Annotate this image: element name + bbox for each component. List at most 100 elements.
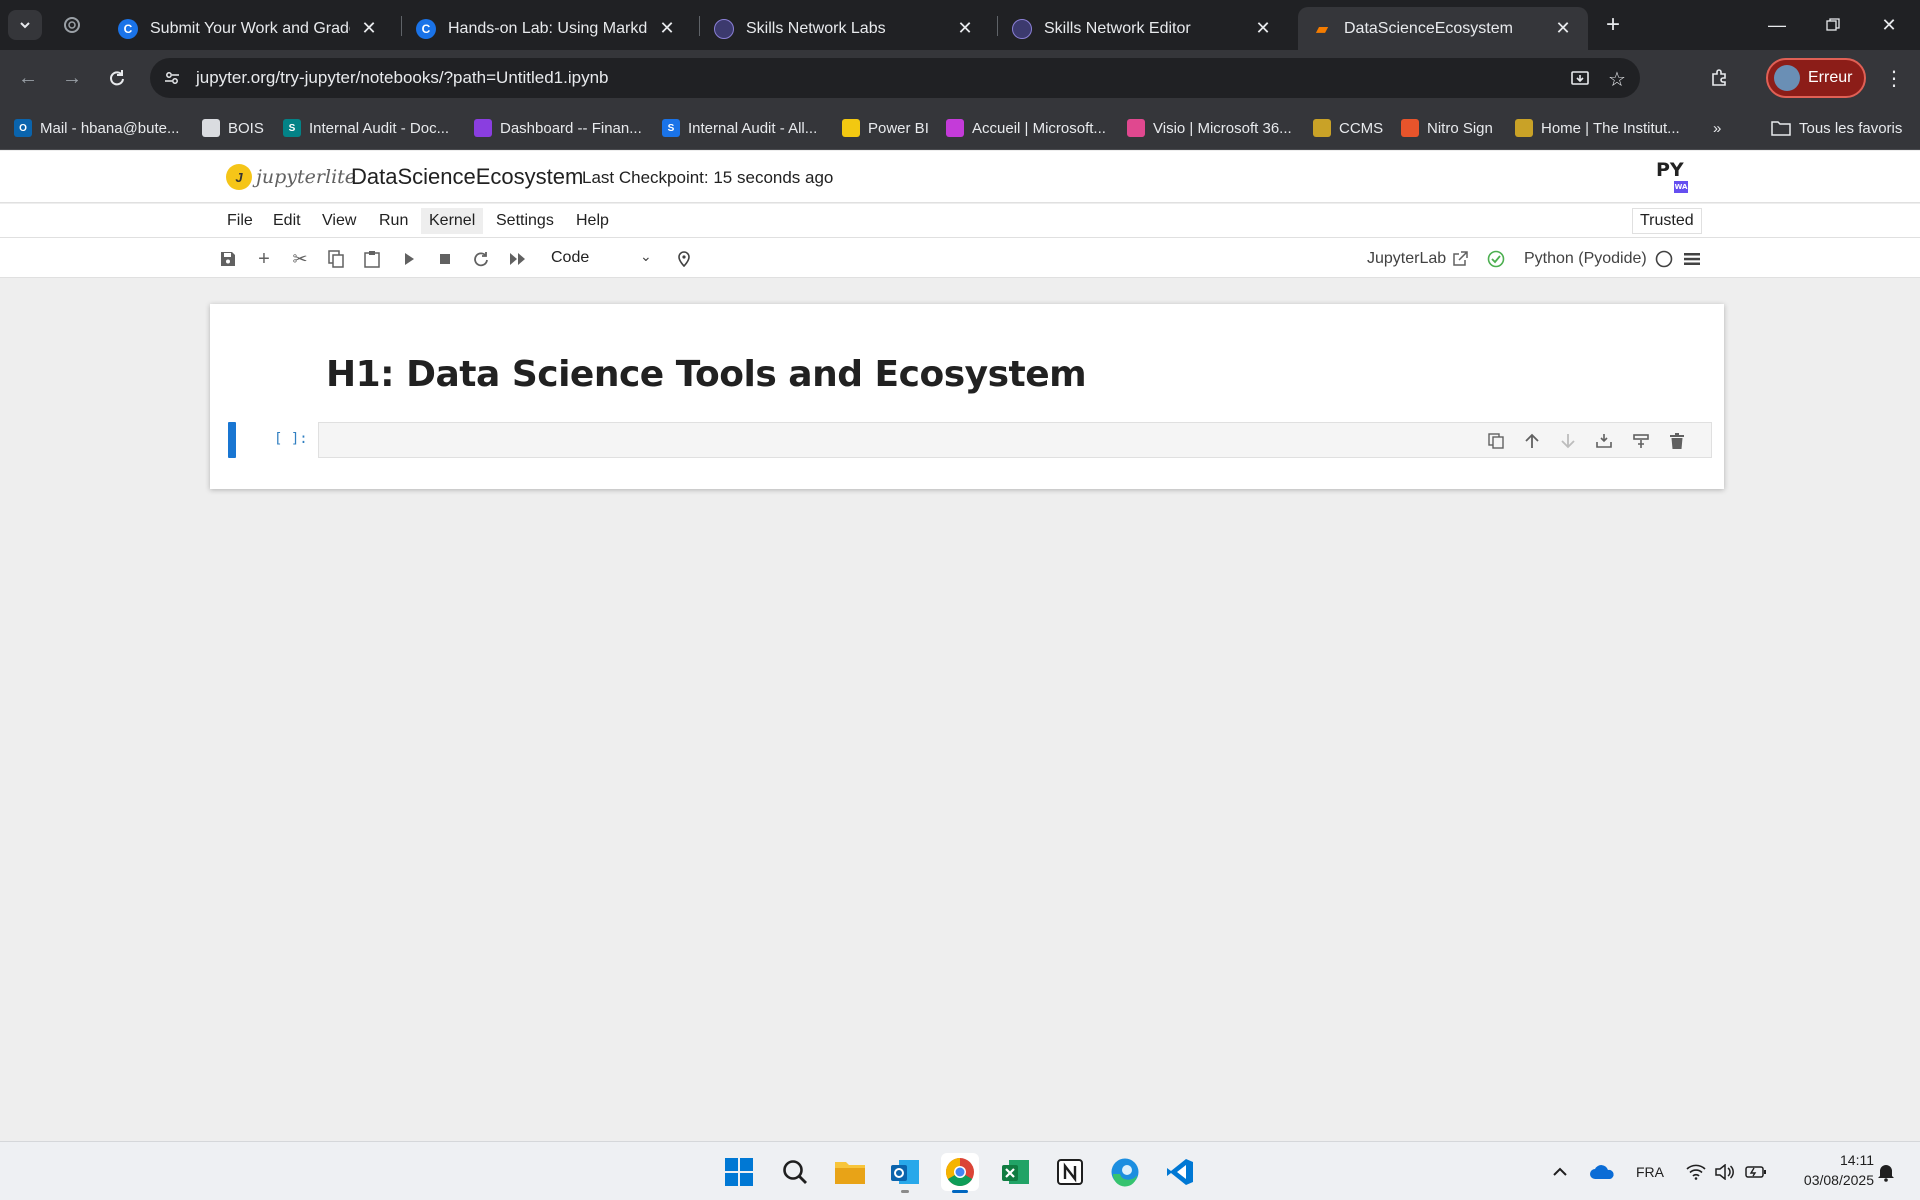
bookmark-item[interactable]: Power BI — [842, 116, 929, 140]
save-button[interactable] — [215, 246, 241, 272]
bookmark-item[interactable]: CCMS — [1313, 116, 1383, 140]
bookmark-label: Mail - hbana@bute... — [40, 119, 180, 137]
start-button[interactable] — [720, 1153, 758, 1191]
show-hidden-icons-button[interactable] — [1552, 1160, 1568, 1184]
delete-cell-button[interactable] — [1664, 428, 1690, 454]
bookmark-item[interactable]: O Mail - hbana@bute... — [14, 116, 179, 140]
file-explorer-button[interactable] — [831, 1153, 869, 1191]
menu-edit[interactable]: Edit — [265, 208, 309, 234]
edge-button[interactable] — [1106, 1153, 1144, 1191]
bookmark-item[interactable]: Visio | Microsoft 36... — [1127, 116, 1292, 140]
active-cell-indicator[interactable] — [228, 422, 236, 458]
bookmark-item[interactable]: BOIS — [202, 116, 264, 140]
forward-button[interactable]: → — [58, 64, 86, 92]
bookmark-item[interactable]: S Internal Audit - All... — [662, 116, 817, 140]
close-tab-icon[interactable]: ✕ — [1552, 18, 1574, 40]
battery-icon[interactable] — [1745, 1160, 1767, 1184]
site-settings-icon[interactable] — [160, 66, 184, 90]
move-cell-down-button[interactable] — [1555, 428, 1581, 454]
menu-kernel[interactable]: Kernel — [421, 208, 484, 234]
debugger-button[interactable] — [671, 246, 697, 272]
jupyterlite-wordmark: jupyterlite — [256, 166, 357, 188]
omnibox[interactable]: jupyter.org/try-jupyter/notebooks/?path=… — [150, 58, 1640, 98]
close-tab-icon[interactable]: ✕ — [358, 18, 380, 40]
copy-button[interactable] — [323, 246, 349, 272]
vscode-button[interactable] — [1161, 1153, 1199, 1191]
markdown-heading-cell[interactable]: H1: Data Science Tools and Ecosystem — [326, 354, 1087, 395]
wifi-icon[interactable] — [1686, 1160, 1706, 1184]
notebook-title[interactable]: DataScienceEcosystem — [351, 164, 583, 190]
notion-button[interactable] — [1051, 1153, 1089, 1191]
bookmark-item[interactable]: S Internal Audit - Doc... — [283, 116, 449, 140]
close-tab-icon[interactable]: ✕ — [656, 18, 678, 40]
toolbar-more-button[interactable] — [1679, 246, 1705, 272]
search-button[interactable] — [776, 1153, 814, 1191]
ccms-icon — [1313, 119, 1331, 137]
restore-button[interactable] — [1810, 0, 1856, 50]
browser-menu-icon[interactable]: ⋮ — [1880, 64, 1908, 92]
menu-help[interactable]: Help — [568, 208, 617, 234]
bookmark-item[interactable]: Home | The Institut... — [1515, 116, 1680, 140]
input-language[interactable]: FRA — [1636, 1160, 1664, 1184]
close-tab-icon[interactable]: ✕ — [954, 18, 976, 40]
menu-view[interactable]: View — [314, 208, 364, 234]
minimize-button[interactable]: — — [1754, 0, 1800, 50]
extensions-button[interactable] — [1706, 64, 1734, 92]
outlook-button[interactable] — [886, 1153, 924, 1193]
notebook-panel: H1: Data Science Tools and Ecosystem [ ]… — [0, 279, 1920, 1141]
browser-tab-1[interactable]: C Submit Your Work and Grade Yo ✕ — [104, 7, 394, 50]
restart-run-all-button[interactable] — [505, 246, 531, 272]
insert-cell-above-button[interactable] — [1591, 428, 1617, 454]
close-window-button[interactable]: ✕ — [1866, 0, 1912, 50]
volume-icon[interactable] — [1715, 1160, 1735, 1184]
system-clock[interactable]: 14:11 03/08/2025 — [1784, 1150, 1874, 1190]
more-bookmarks-button[interactable]: » — [1713, 116, 1721, 140]
back-button[interactable]: ← — [14, 64, 42, 92]
cut-button[interactable]: ✂ — [287, 246, 313, 272]
interrupt-kernel-button[interactable] — [432, 246, 458, 272]
code-cell-input[interactable] — [318, 422, 1712, 458]
open-in-jupyterlab-link[interactable]: JupyterLab — [1367, 246, 1468, 272]
cell-type-select[interactable]: Code ⌄ — [540, 244, 690, 272]
restart-kernel-button[interactable] — [468, 246, 494, 272]
bookmark-star-icon[interactable]: ☆ — [1604, 66, 1630, 92]
browser-tab-active[interactable]: ▰ DataScienceEcosystem ✕ — [1298, 7, 1588, 50]
all-bookmarks-button[interactable]: Tous les favoris — [1771, 116, 1902, 140]
run-cell-button[interactable] — [396, 246, 422, 272]
url-text[interactable]: jupyter.org/try-jupyter/notebooks/?path=… — [196, 68, 609, 88]
notifications-icon[interactable] — [1876, 1160, 1896, 1184]
jupyterlite-logo[interactable]: J jupyterlite — [226, 159, 356, 195]
browser-tab-3[interactable]: Skills Network Labs ✕ — [700, 7, 990, 50]
pinned-tab-openai[interactable] — [60, 13, 84, 37]
duplicate-cell-button[interactable] — [1483, 428, 1509, 454]
onedrive-icon[interactable] — [1589, 1160, 1615, 1184]
bookmark-item[interactable]: Dashboard -- Finan... — [474, 116, 642, 140]
chrome-button[interactable] — [941, 1153, 979, 1193]
menu-settings[interactable]: Settings — [488, 208, 562, 234]
insert-cell-button[interactable]: + — [251, 246, 277, 272]
paste-icon — [364, 251, 380, 268]
insert-cell-below-button[interactable] — [1628, 428, 1654, 454]
sharepoint-icon: S — [283, 119, 301, 137]
menu-run[interactable]: Run — [371, 208, 416, 234]
close-tab-icon[interactable]: ✕ — [1252, 18, 1274, 40]
tab-search-button[interactable] — [8, 10, 42, 40]
paste-button[interactable] — [359, 246, 385, 272]
browser-tab-2[interactable]: C Hands-on Lab: Using Markdow ✕ — [402, 7, 692, 50]
bookmark-item[interactable]: Nitro Sign — [1401, 116, 1493, 140]
insert-above-icon — [1596, 434, 1612, 448]
excel-button[interactable] — [996, 1153, 1034, 1191]
move-cell-up-button[interactable] — [1519, 428, 1545, 454]
reload-button[interactable] — [103, 64, 131, 92]
browser-tab-4[interactable]: Skills Network Editor ✕ — [998, 7, 1288, 50]
sharepoint-icon: S — [662, 119, 680, 137]
nitro-icon — [1401, 119, 1419, 137]
menu-file[interactable]: File — [219, 208, 261, 234]
kernel-name[interactable]: Python (Pyodide) — [1524, 246, 1647, 272]
install-app-icon[interactable] — [1567, 66, 1593, 92]
profile-button[interactable]: Erreur — [1766, 58, 1866, 98]
trusted-indicator[interactable]: Trusted — [1632, 208, 1702, 234]
bookmark-item[interactable]: Accueil | Microsoft... — [946, 116, 1106, 140]
tab-title: Skills Network Labs — [746, 19, 886, 37]
new-tab-button[interactable]: + — [1598, 10, 1628, 40]
